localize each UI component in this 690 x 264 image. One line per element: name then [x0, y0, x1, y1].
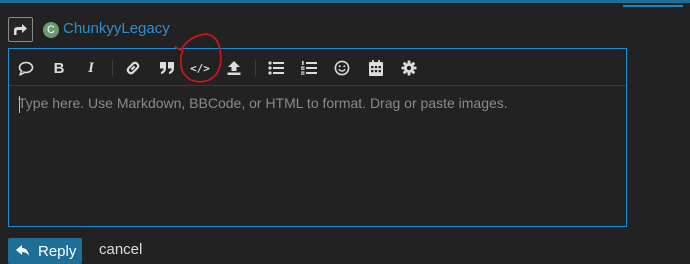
code-button[interactable]: </> [190, 58, 210, 78]
smiley-icon [334, 60, 350, 76]
text-cursor [19, 96, 20, 113]
reply-to-button[interactable] [8, 17, 33, 42]
reply-arrow-icon [16, 245, 29, 256]
upload-icon [227, 61, 241, 75]
options-button[interactable] [399, 58, 419, 78]
reply-button[interactable]: Reply [8, 238, 82, 264]
reply-editor: B I </> Type here. Use Markdown, BBCode,… [8, 48, 627, 227]
italic-glyph: I [88, 59, 94, 76]
toolbar-separator [112, 60, 113, 76]
gear-icon [401, 60, 417, 76]
bold-button[interactable]: B [49, 58, 69, 78]
cancel-link[interactable]: cancel [99, 241, 142, 258]
upload-button[interactable] [224, 58, 244, 78]
bullet-list-icon [268, 61, 284, 75]
italic-button[interactable]: I [81, 58, 101, 78]
quote-button[interactable] [16, 58, 36, 78]
speech-bubble-icon [18, 61, 34, 76]
bold-glyph: B [53, 59, 65, 77]
avatar: C [43, 22, 59, 38]
bullet-list-button[interactable] [266, 58, 286, 78]
top-accent-indicator [623, 5, 683, 7]
top-accent-bar [0, 0, 690, 3]
blockquote-button[interactable] [157, 58, 177, 78]
reply-textarea[interactable]: Type here. Use Markdown, BBCode, or HTML… [9, 86, 626, 226]
emoji-button[interactable] [332, 58, 352, 78]
toolbar-separator [255, 60, 256, 76]
numbered-list-button[interactable] [299, 58, 319, 78]
reply-button-label: Reply [38, 242, 77, 260]
double-quote-icon [160, 62, 174, 74]
link-icon [126, 61, 140, 75]
link-button[interactable] [123, 58, 143, 78]
code-glyph: </> [190, 61, 210, 75]
share-arrow-icon [14, 24, 27, 35]
calendar-icon [369, 60, 383, 76]
insert-date-button[interactable] [366, 58, 386, 78]
editor-toolbar: B I </> [9, 49, 626, 86]
numbered-list-icon [301, 61, 317, 75]
username-link[interactable]: ChunkyyLegacy [63, 20, 170, 37]
